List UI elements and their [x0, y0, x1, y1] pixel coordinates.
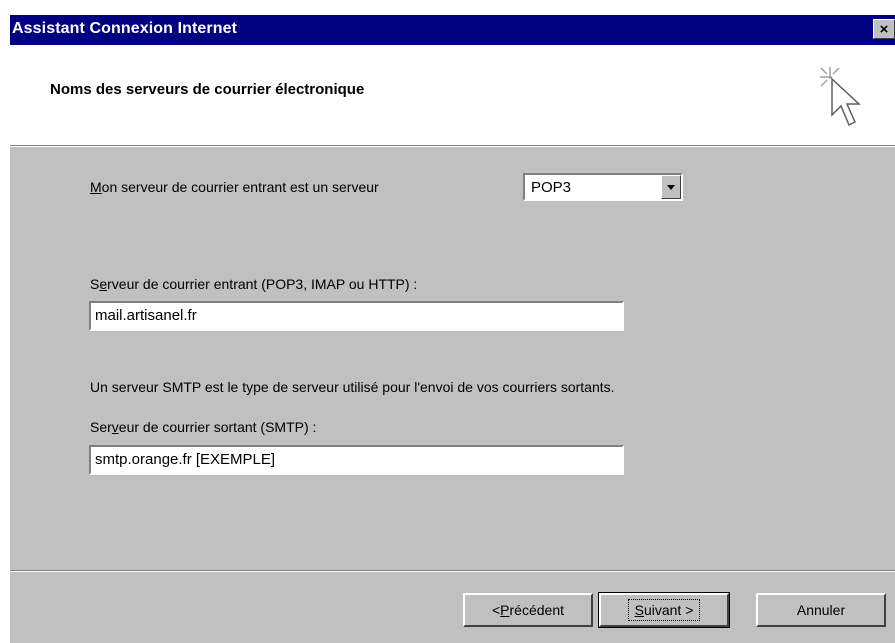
smtp-info-text: Un serveur SMTP est le type de serveur u… [90, 379, 615, 395]
close-button[interactable]: × [873, 19, 895, 39]
server-type-value: POP3 [531, 179, 572, 196]
back-prefix: < [491, 602, 501, 618]
wizard-sparkle-cursor-icon [820, 67, 861, 127]
back-label: récédent [509, 602, 564, 618]
chevron-down-icon[interactable] [661, 175, 681, 199]
next-label: uivant > [643, 602, 694, 618]
incoming-server-label: Serveur de courrier entrant (POP3, IMAP … [90, 276, 418, 292]
outgoing-server-input[interactable]: smtp.orange.fr [EXEMPLE] [89, 445, 624, 475]
incoming-server-input[interactable]: mail.artisanel.fr [89, 301, 624, 331]
server-type-label: Mon serveur de courrier entrant est un s… [90, 179, 379, 195]
server-type-select[interactable]: POP3 [523, 173, 683, 201]
outgoing-server-label: Serveur de courrier sortant (SMTP) : [90, 419, 317, 435]
window-title: Assistant Connexion Internet [12, 20, 238, 37]
close-icon: × [879, 20, 889, 38]
cancel-button[interactable]: Annuler [756, 593, 886, 627]
next-key: S [634, 602, 644, 618]
wizard-header: Noms des serveurs de courrier électroniq… [10, 45, 895, 145]
wizard-window: Assistant Connexion Internet × Noms des … [8, 13, 895, 643]
back-key: P [500, 602, 510, 618]
next-button[interactable]: Suivant > [598, 592, 730, 628]
next-focus: Suivant > [627, 599, 701, 621]
footer-separator [10, 570, 895, 572]
page-title: Noms des serveurs de courrier électroniq… [50, 81, 365, 98]
title-bar[interactable]: Assistant Connexion Internet × [10, 15, 895, 45]
back-button[interactable]: < Précédent [463, 593, 593, 627]
header-separator [10, 145, 895, 147]
